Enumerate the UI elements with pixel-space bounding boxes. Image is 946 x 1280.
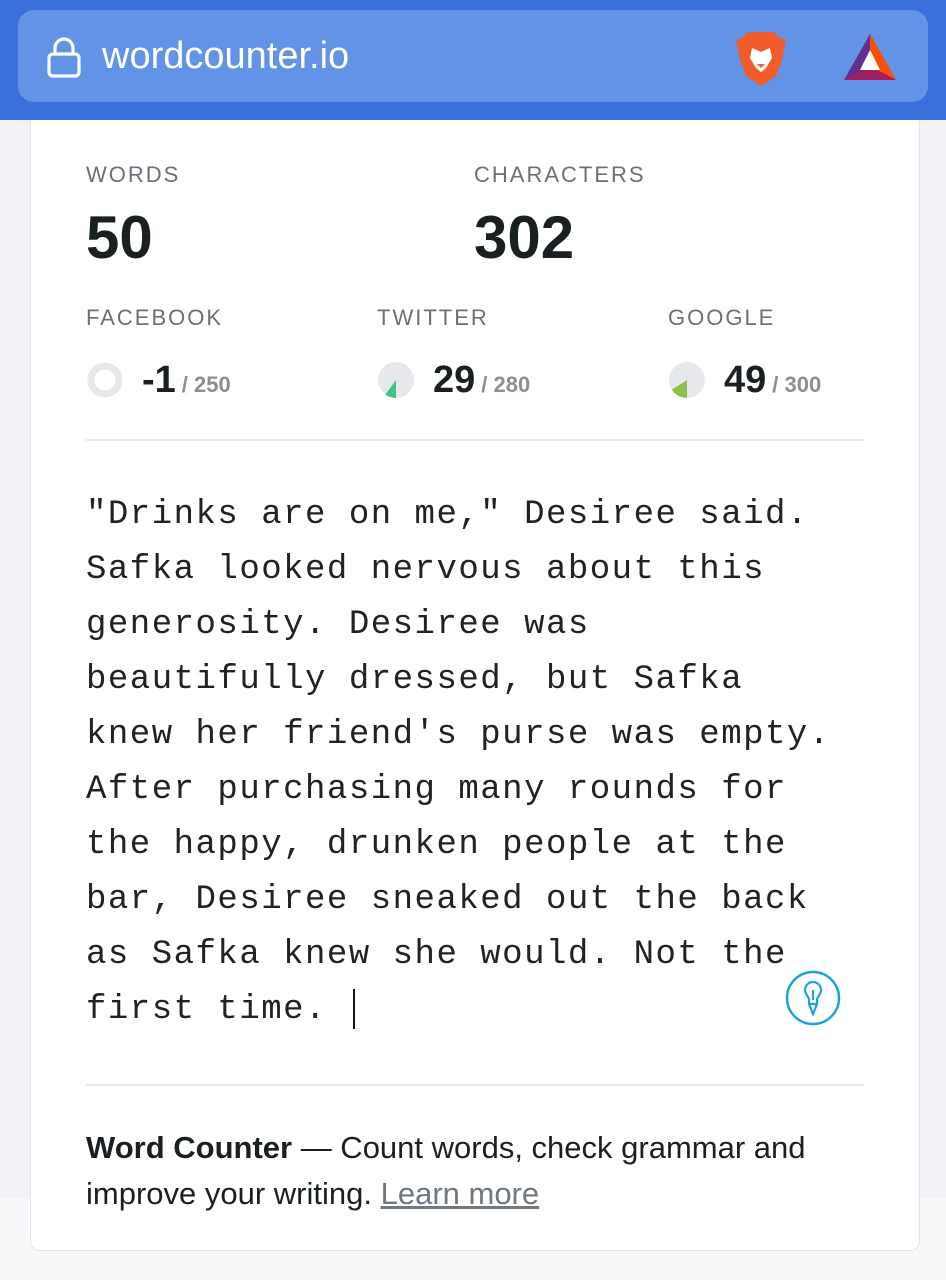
facebook-progress-ring-icon [87,362,123,398]
twitter-remaining: 29 [433,358,476,401]
writing-assistant-icon[interactable] [785,970,841,1026]
words-count: 50 [86,204,153,271]
footer-text: Word Counter — Count words, check gramma… [86,1125,876,1217]
stats-divider [86,439,864,441]
google-remaining: 49 [724,358,767,401]
facebook-label: FACEBOOK [86,305,224,330]
facebook-limit: -1 / 250 [86,358,231,401]
google-max: / 300 [772,372,822,397]
twitter-limit: 29 / 280 [377,358,531,401]
google-progress-pie-icon [669,362,705,398]
twitter-progress-pie-icon [378,362,414,398]
word-counter-card: WORDS 50 CHARACTERS 302 FACEBOOK TWITTER… [30,120,920,1251]
words-label: WORDS [86,162,181,187]
address-bar[interactable]: wordcounter.io [18,10,928,102]
google-limit: 49 / 300 [668,358,822,401]
google-label: GOOGLE [668,305,776,330]
characters-count: 302 [474,204,575,271]
facebook-max: / 250 [181,372,231,397]
url-text[interactable]: wordcounter.io [102,34,349,78]
text-cursor [352,989,355,1030]
text-editor[interactable]: "Drinks are on me," Desiree said. Safka … [86,488,876,1038]
twitter-label: TWITTER [377,305,489,330]
footer-divider [86,1084,864,1086]
brand-name: Word Counter [86,1130,293,1165]
characters-label: CHARACTERS [474,162,646,187]
twitter-max: / 280 [481,372,531,397]
learn-more-link[interactable]: Learn more [381,1176,540,1211]
bat-rewards-icon[interactable] [842,32,898,82]
editor-text[interactable]: "Drinks are on me," Desiree said. Safka … [86,496,831,1029]
brave-lion-icon[interactable] [734,30,788,88]
browser-toolbar: wordcounter.io [0,0,946,120]
lock-icon[interactable] [46,36,82,78]
facebook-remaining: -1 [142,358,176,401]
